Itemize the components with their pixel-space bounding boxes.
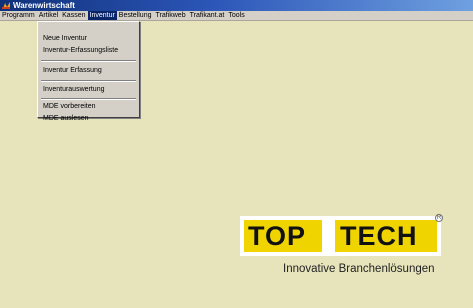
logo-word-tech: TECH: [340, 221, 418, 251]
menu-separator: [41, 98, 136, 100]
menu-item-inventur-erfassungsliste[interactable]: Inventur-Erfassungsliste: [43, 47, 118, 54]
window-title: Warenwirtschaft: [13, 1, 75, 10]
menu-inventur[interactable]: Inventur: [87, 11, 117, 20]
toptech-logo: TOP TECH: [240, 216, 441, 256]
inventur-dropdown-menu: Neue Inventur Inventur-Erfassungsliste I…: [37, 21, 140, 122]
menu-item-inventur-erfassung[interactable]: Inventur Erfassung: [43, 67, 102, 74]
menu-tools[interactable]: Tools: [226, 11, 246, 20]
menu-separator: [41, 60, 136, 62]
logo-tagline: Innovative Branchenlösungen: [283, 263, 435, 275]
menu-separator: [41, 80, 136, 82]
window-titlebar[interactable]: Warenwirtschaft: [0, 0, 473, 11]
menu-programm[interactable]: Programm: [0, 11, 37, 20]
app-icon: [2, 2, 10, 9]
logo-word-top: TOP: [248, 221, 307, 251]
menu-kassen[interactable]: Kassen: [60, 11, 87, 20]
menu-trafikweb[interactable]: Trafikweb: [154, 11, 188, 20]
menu-bar: Programm Artikel Kassen Inventur Bestell…: [0, 11, 473, 21]
menu-artikel[interactable]: Artikel: [37, 11, 60, 20]
menu-trafikant-at[interactable]: Trafikant.at: [188, 11, 227, 20]
menu-item-neue-inventur[interactable]: Neue Inventur: [43, 35, 87, 42]
menu-item-mde-vorbereiten[interactable]: MDE vorbereiten: [43, 103, 96, 110]
menu-item-inventurauswertung[interactable]: Inventurauswertung: [43, 86, 104, 93]
registered-trademark-icon: R: [435, 214, 443, 222]
menu-bestellung[interactable]: Bestellung: [117, 11, 154, 20]
menu-item-mde-auslesen[interactable]: MDE auslesen: [43, 115, 89, 122]
